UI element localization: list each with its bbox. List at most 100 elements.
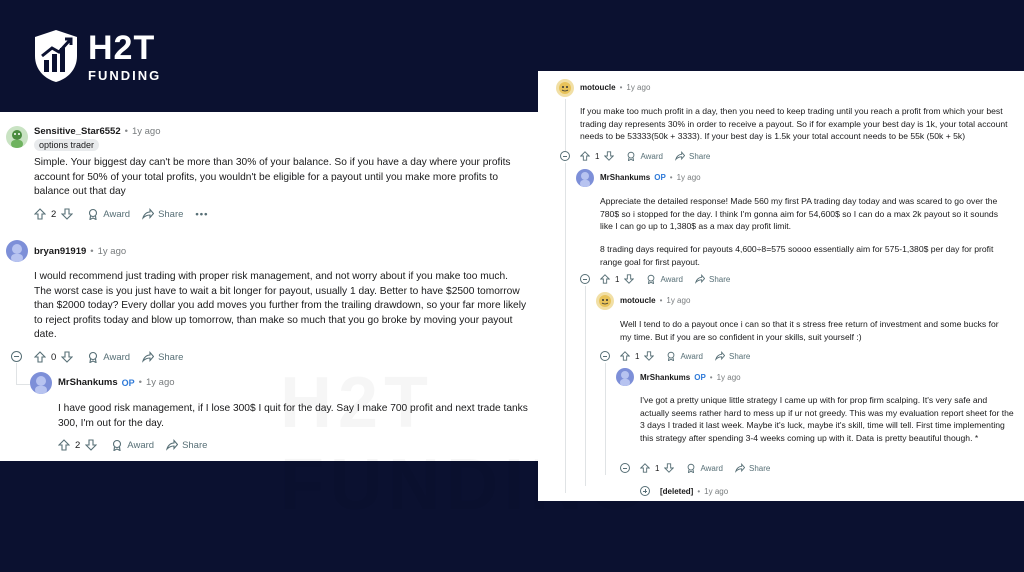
upvote-icon[interactable] (58, 439, 70, 451)
share-button[interactable]: Share (694, 274, 730, 284)
upvote-icon[interactable] (580, 151, 590, 161)
comment-actions: 1 Award Share (580, 151, 722, 161)
avatar[interactable] (30, 372, 52, 394)
award-button[interactable]: Award (646, 274, 683, 284)
upvote-icon[interactable] (640, 463, 650, 473)
user-flair: options trader (34, 139, 100, 151)
avatar[interactable] (576, 169, 594, 187)
avatar[interactable] (596, 292, 614, 310)
award-button[interactable]: Award (111, 439, 154, 451)
share-icon (674, 151, 685, 161)
comment-body: I have good risk management, if I lose 3… (58, 403, 528, 429)
award-icon (87, 208, 99, 220)
more-options-button[interactable]: ••• (195, 209, 208, 220)
share-icon (694, 274, 705, 284)
upvote-icon[interactable] (34, 351, 46, 363)
op-badge: OP (654, 173, 666, 182)
share-button[interactable]: Share (142, 351, 183, 363)
avatar[interactable] (6, 240, 28, 262)
downvote-icon[interactable] (61, 208, 74, 220)
downvote-icon[interactable] (85, 439, 98, 451)
award-button[interactable]: Award (87, 351, 130, 363)
comment-body: Simple. Your biggest day can't be more t… (34, 157, 511, 198)
comment-body: I've got a pretty unique little strategy… (640, 395, 1014, 443)
username[interactable]: MrShankums (600, 173, 650, 182)
shield-chart-icon (35, 30, 77, 82)
vote-count: 1 (635, 351, 640, 361)
share-icon (714, 351, 725, 361)
username[interactable]: motoucle (620, 296, 656, 305)
comment-actions: 1 Award Share (640, 463, 782, 473)
downvote-icon[interactable] (604, 151, 615, 161)
award-button[interactable]: Award (87, 208, 130, 220)
comment-body: Appreciate the detailed response! Made 5… (600, 196, 998, 231)
right-comment-panel: motoucle • 1y ago If you make too much p… (538, 71, 1024, 501)
vote-count: 2 (75, 439, 81, 451)
timestamp: 1y ago (626, 83, 651, 92)
avatar[interactable] (6, 126, 28, 148)
vote-count: 2 (51, 208, 57, 220)
brand-logo: H2T FUNDING (32, 28, 161, 84)
timestamp: 1y ago (146, 377, 175, 388)
downvote-icon[interactable] (61, 351, 74, 363)
timestamp: 1y ago (716, 373, 741, 382)
comment-meta: MrShankums OP • 1y ago (58, 377, 175, 388)
upvote-icon[interactable] (600, 274, 610, 284)
comment-actions: 1 Award Share (600, 274, 742, 284)
share-button[interactable]: Share (714, 351, 750, 361)
timestamp: 1y ago (676, 173, 701, 182)
vote-count: 0 (51, 351, 57, 363)
avatar[interactable] (556, 79, 574, 97)
avatar[interactable] (616, 368, 634, 386)
share-button[interactable]: Share (166, 439, 207, 451)
share-button[interactable]: Share (674, 151, 710, 161)
username[interactable]: Sensitive_Star6552 (34, 126, 121, 137)
collapse-thread-button[interactable] (580, 274, 590, 284)
collapse-thread-button[interactable] (11, 351, 22, 362)
award-icon (111, 439, 123, 451)
award-icon (646, 274, 656, 284)
share-icon (166, 439, 179, 451)
award-button[interactable]: Award (666, 351, 703, 361)
timestamp: 1y ago (97, 246, 127, 257)
vote-count: 1 (615, 274, 620, 284)
username[interactable]: MrShankums (58, 377, 118, 388)
username[interactable]: bryan91919 (34, 246, 86, 257)
comment-meta: bryan91919 • 1y ago (34, 246, 127, 257)
comment-body: Well I tend to do a payout once i can so… (620, 319, 999, 342)
downvote-icon[interactable] (624, 274, 635, 284)
share-button[interactable]: Share (734, 463, 770, 473)
award-icon (87, 351, 99, 363)
comment-meta: MrShankums OP • 1y ago (640, 373, 741, 382)
comment-meta: motoucle • 1y ago (580, 83, 651, 92)
username[interactable]: MrShankums (640, 373, 690, 382)
vote-count: 1 (595, 151, 600, 161)
op-badge: OP (694, 373, 706, 382)
brand-name: H2T (88, 28, 156, 67)
collapse-thread-button[interactable] (600, 351, 610, 361)
upvote-icon[interactable] (34, 208, 46, 220)
thread-connector (16, 384, 30, 385)
expand-thread-button[interactable] (640, 486, 650, 496)
vote-count: 1 (655, 463, 660, 473)
downvote-icon[interactable] (664, 463, 675, 473)
share-icon (734, 463, 745, 473)
award-icon (626, 151, 636, 161)
downvote-icon[interactable] (644, 351, 655, 361)
comment-actions: 2 Award Share ••• (34, 208, 208, 220)
comment-meta: motoucle • 1y ago (620, 296, 691, 305)
award-icon (666, 351, 676, 361)
collapse-thread-button[interactable] (560, 151, 570, 161)
share-button[interactable]: Share (142, 208, 183, 220)
comment-body: If you make too much profit in a day, th… (580, 106, 1008, 141)
brand-subtitle: FUNDING (88, 67, 162, 83)
comment-actions: 1 Award Share (620, 351, 762, 361)
username[interactable]: motoucle (580, 83, 616, 92)
award-button[interactable]: Award (626, 151, 663, 161)
collapse-thread-button[interactable] (620, 463, 630, 473)
upvote-icon[interactable] (620, 351, 630, 361)
award-button[interactable]: Award (686, 463, 723, 473)
timestamp: 1y ago (131, 126, 161, 137)
timestamp: 1y ago (666, 296, 691, 305)
op-badge: OP (121, 377, 135, 388)
